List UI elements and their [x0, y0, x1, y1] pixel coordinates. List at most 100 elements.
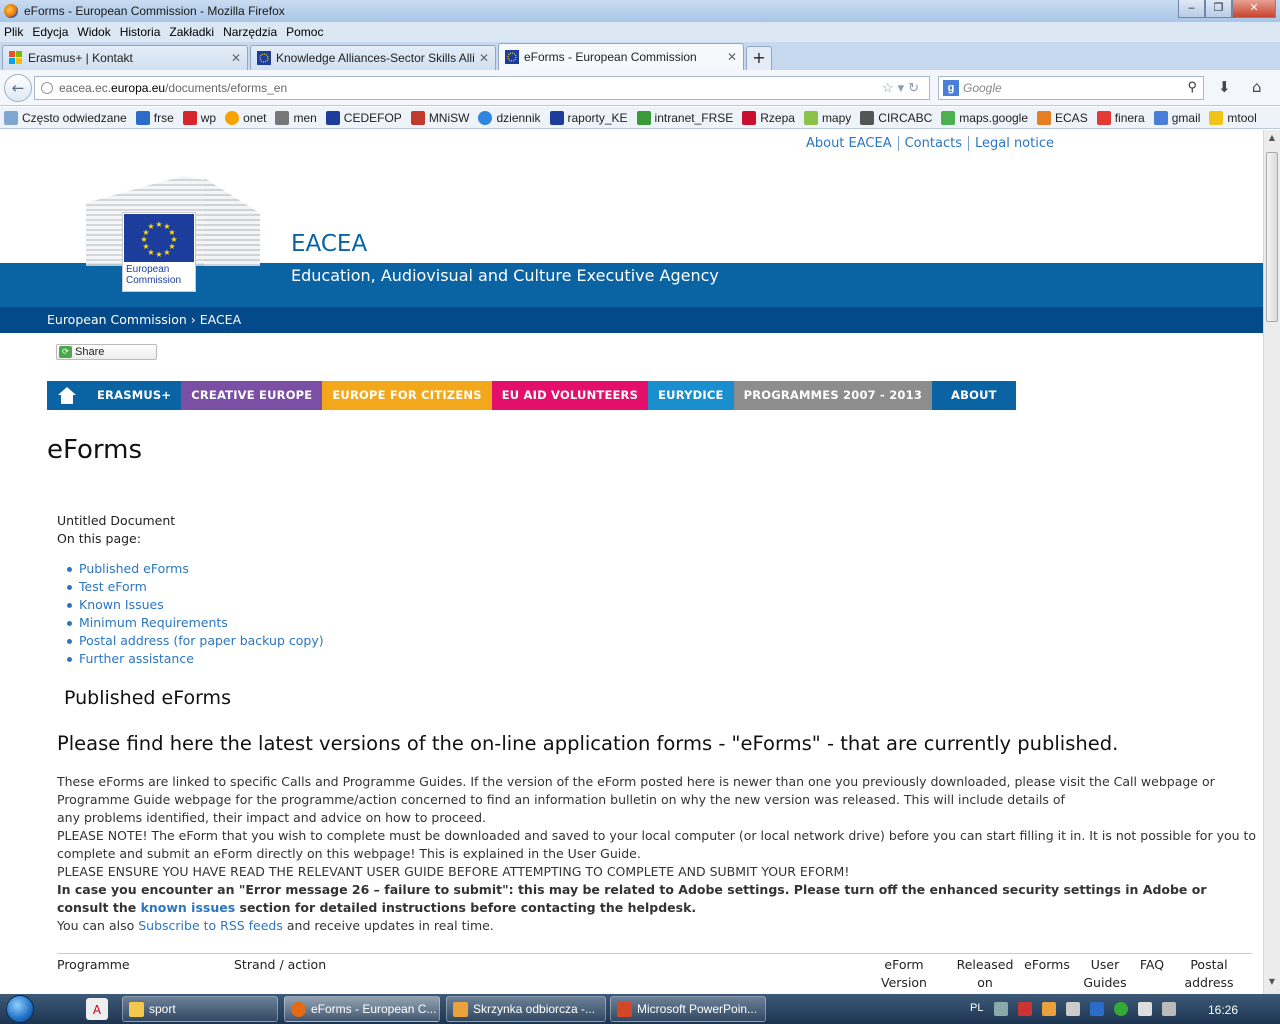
column-released-on: Released on	[956, 957, 1014, 990]
start-button[interactable]	[0, 994, 40, 1024]
language-indicator[interactable]: PL	[970, 1002, 983, 1014]
scroll-up-icon[interactable]: ▲	[1266, 133, 1278, 147]
minimize-button[interactable]: ‒	[1178, 0, 1205, 18]
tray-device-icon[interactable]	[1066, 1002, 1080, 1016]
taskbar-inbox[interactable]: Skrzynka odbiorcza -...	[446, 996, 606, 1022]
menu-pomoc[interactable]: Pomoc	[286, 25, 323, 39]
menu-edycja[interactable]: Edycja	[32, 25, 68, 39]
bookmark-intranet-frse[interactable]: intranet_FRSE	[636, 110, 733, 125]
nav-eurydice[interactable]: EURYDICE	[648, 381, 734, 410]
nav-europe-for-citizens[interactable]: EUROPE FOR CITIZENS	[322, 381, 492, 410]
nav-creative-europe[interactable]: CREATIVE EUROPE	[181, 381, 323, 410]
bookmark-rzepa[interactable]: Rzepa	[742, 110, 795, 125]
clock[interactable]: 16:26	[1208, 1003, 1238, 1017]
nav-about[interactable]: ABOUT	[932, 381, 1016, 410]
search-icon[interactable]: ⚲	[1187, 79, 1197, 95]
bookmark-wp[interactable]: wp	[182, 110, 216, 125]
home-nav-button[interactable]	[47, 381, 87, 410]
scrollbar-thumb[interactable]	[1266, 152, 1278, 322]
column-user-guides: User Guides	[1083, 957, 1127, 990]
nav-programmes-2007-2013[interactable]: PROGRAMMES 2007 - 2013	[733, 381, 933, 410]
new-tab-button[interactable]: +	[746, 46, 772, 70]
european-commission-logo[interactable]: ★ ★ ★ ★ ★ ★ ★ ★ ★ ★ ★ ★ European Commission	[86, 176, 261, 294]
bookmark-finera[interactable]: finera	[1096, 110, 1145, 125]
tray-network-drive-icon[interactable]	[1090, 1002, 1104, 1016]
column-faq: FAQ	[1139, 957, 1165, 972]
close-tab-icon[interactable]: ✕	[479, 51, 489, 65]
lead-heading: Please find here the latest versions of …	[57, 732, 1119, 755]
nav-eu-aid-volunteers[interactable]: EU AID VOLUNTEERS	[491, 381, 649, 410]
menu-zakladki[interactable]: Zakładki	[169, 25, 214, 39]
bookmark-onet[interactable]: onet	[225, 110, 266, 125]
breadcrumb[interactable]: European Commission › EACEA	[0, 307, 1263, 333]
known-issues-link[interactable]: known issues	[141, 900, 236, 915]
tab-label: Erasmus+ | Kontakt	[28, 51, 133, 65]
bookmark-mtool[interactable]: mtool	[1209, 110, 1257, 125]
bookmark-mapy[interactable]: mapy	[803, 110, 851, 125]
paragraph: These eForms are linked to specific Call…	[57, 774, 1215, 807]
menu-historia[interactable]: Historia	[120, 25, 161, 39]
bookmark-circabc[interactable]: CIRCABC	[860, 110, 932, 125]
volume-icon[interactable]	[1162, 1002, 1176, 1016]
bookmark-czesto-odwiedzane[interactable]: Często odwiedzane	[4, 110, 127, 125]
bookmark-dziennik[interactable]: dziennik	[478, 110, 541, 125]
address-bar[interactable]: eacea.ec. europa.eu/documents/eforms_en ☆…	[34, 76, 930, 100]
windows-favicon-icon	[9, 51, 22, 64]
back-button[interactable]: ←	[4, 73, 32, 102]
tab-knowledge-alliances[interactable]: Knowledge Alliances-Sector Skills Alli..…	[250, 45, 496, 70]
bookmark-frse[interactable]: frse	[135, 110, 174, 125]
menu-widok[interactable]: Widok	[77, 25, 110, 39]
search-box[interactable]: g Google ⚲	[938, 76, 1204, 100]
bookmark-mnisw[interactable]: MNiSW	[410, 110, 469, 125]
share-icon: ⟳	[59, 346, 72, 358]
tab-label: Knowledge Alliances-Sector Skills Alli..…	[276, 51, 475, 65]
bookmark-star-icon[interactable]: ☆▾↻	[882, 80, 923, 96]
menu-plik[interactable]: Plik	[4, 25, 23, 39]
tray-app-icon[interactable]	[1018, 1002, 1032, 1016]
svg-text:★: ★	[155, 220, 162, 229]
nav-erasmus-plus[interactable]: ERASMUS+	[87, 381, 182, 410]
bookmark-ecas[interactable]: ECAS	[1037, 110, 1088, 125]
paragraph-rss: You can also Subscribe to RSS feeds and …	[57, 918, 494, 933]
close-tab-icon[interactable]: ✕	[727, 50, 737, 64]
contacts-link[interactable]: Contacts	[897, 136, 968, 151]
taskbar-firefox-eforms[interactable]: eForms - European C...	[284, 996, 440, 1022]
about-eacea-link[interactable]: About EACEA	[800, 136, 898, 151]
column-programme: Programme	[57, 957, 130, 972]
page-scrollbar[interactable]: ▲ ▼	[1263, 130, 1280, 994]
tray-sync-icon[interactable]	[1114, 1002, 1128, 1016]
acrobat-icon[interactable]: A	[86, 998, 108, 1020]
list-item: Further assistance	[67, 650, 1257, 668]
tray-mail-icon[interactable]	[1042, 1002, 1056, 1016]
url-path: /documents/eforms_en	[165, 81, 288, 95]
toc-known-issues-link[interactable]: Known Issues	[79, 597, 164, 612]
search-placeholder: Google	[963, 81, 1002, 95]
scroll-down-icon[interactable]: ▼	[1266, 977, 1278, 991]
google-icon[interactable]: g	[943, 80, 959, 96]
maximize-button[interactable]: ❐	[1205, 0, 1232, 18]
toc-test-eform-link[interactable]: Test eForm	[79, 579, 147, 594]
tab-eforms[interactable]: eForms - European Commission ✕	[498, 43, 744, 70]
legal-notice-link[interactable]: Legal notice	[967, 136, 1060, 151]
share-button[interactable]: ⟳ Share	[56, 344, 157, 360]
bookmark-gmail[interactable]: gmail	[1153, 110, 1200, 125]
tab-erasmus-kontakt[interactable]: Erasmus+ | Kontakt ✕	[2, 45, 248, 70]
toc-published-eforms-link[interactable]: Published eForms	[79, 561, 189, 576]
downloads-icon[interactable]: ⬇	[1218, 78, 1231, 96]
bookmark-maps-google[interactable]: maps.google	[941, 110, 1028, 125]
bookmark-cedefop[interactable]: CEDEFOP	[325, 110, 402, 125]
taskbar-sport[interactable]: sport	[122, 996, 278, 1022]
close-window-button[interactable]: ✕	[1232, 0, 1276, 18]
taskbar-powerpoint[interactable]: Microsoft PowerPoin...	[610, 996, 766, 1022]
home-icon[interactable]: ⌂	[1252, 78, 1262, 96]
toc-further-assistance-link[interactable]: Further assistance	[79, 651, 194, 666]
toc-postal-address-link[interactable]: Postal address (for paper backup copy)	[79, 633, 324, 648]
bookmark-men[interactable]: men	[275, 110, 317, 125]
network-icon[interactable]	[1138, 1002, 1152, 1016]
close-tab-icon[interactable]: ✕	[231, 51, 241, 65]
bookmark-raporty-ke[interactable]: raporty_KE	[549, 110, 628, 125]
rss-feeds-link[interactable]: Subscribe to RSS feeds	[138, 918, 283, 933]
menu-narzedzia[interactable]: Narzędzia	[223, 25, 277, 39]
keyboard-icon[interactable]	[994, 1002, 1008, 1016]
toc-minimum-requirements-link[interactable]: Minimum Requirements	[79, 615, 228, 630]
